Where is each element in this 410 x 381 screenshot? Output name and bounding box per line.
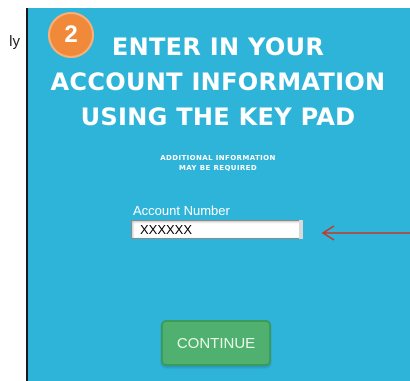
page: ly 2 ENTER IN YOUR ACCOUNT INFORMATION U… xyxy=(0,0,410,381)
title-line-2: ACCOUNT INFORMATION xyxy=(50,68,386,96)
input-scroll-edge xyxy=(299,220,303,239)
account-number-label: Account Number xyxy=(133,203,230,218)
title-line-3: USING THE KEY PAD xyxy=(80,103,356,131)
continue-button[interactable]: CONTINUE xyxy=(161,320,271,366)
step-number-badge: 2 xyxy=(48,12,94,58)
additional-info-note: ADDITIONAL INFORMATION MAY BE REQUIRED xyxy=(26,153,410,173)
margin-text-fragment: ly xyxy=(9,33,20,50)
note-line-1: ADDITIONAL INFORMATION xyxy=(160,154,276,162)
note-line-2: MAY BE REQUIRED xyxy=(178,164,258,172)
arrow-left-icon xyxy=(321,225,410,241)
account-number-input[interactable]: XXXXXX xyxy=(131,220,301,239)
